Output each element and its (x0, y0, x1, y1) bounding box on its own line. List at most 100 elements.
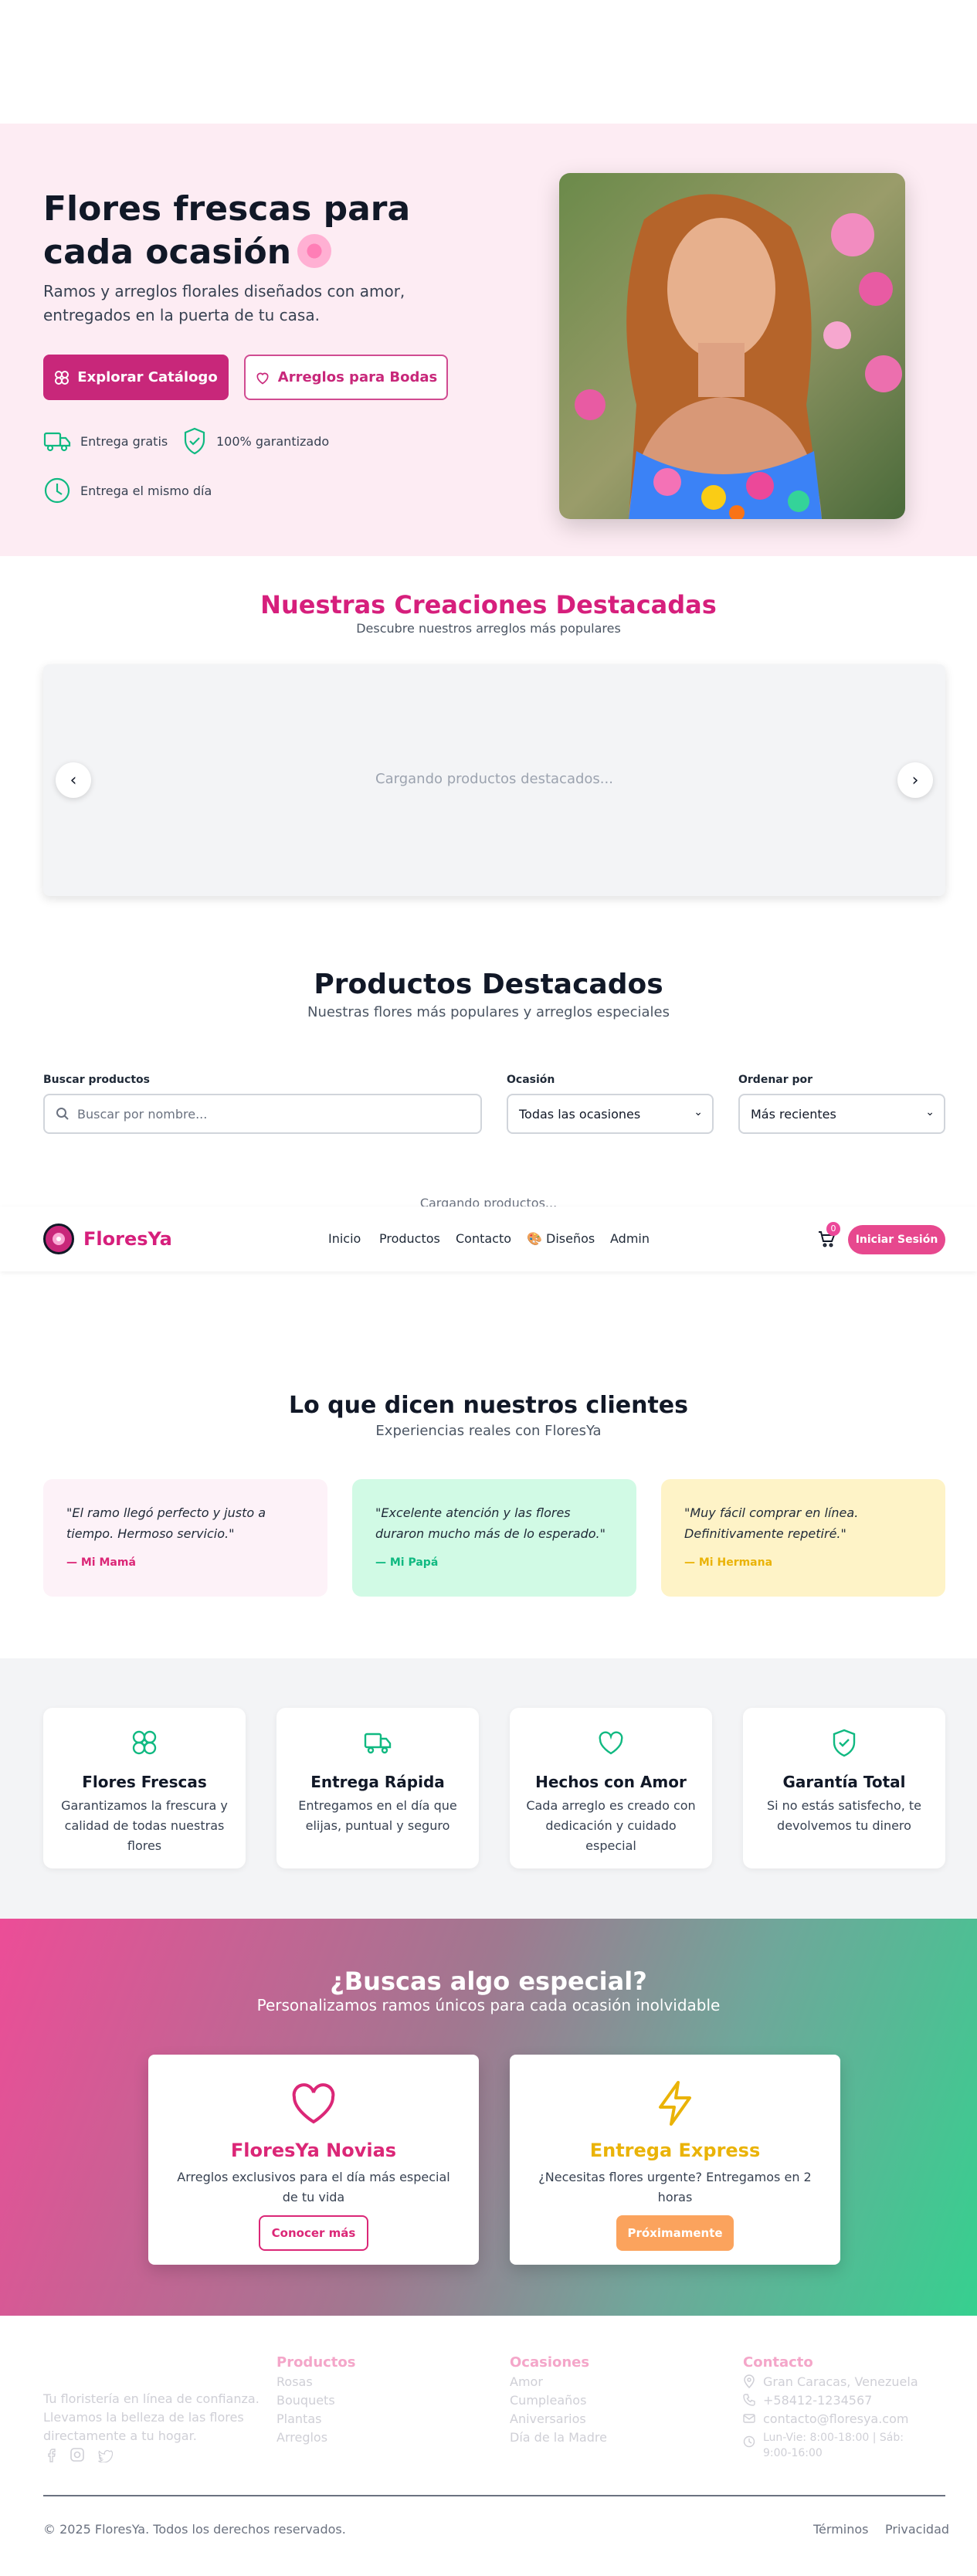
footer-link-dia-madre[interactable]: Día de la Madre (510, 2430, 607, 2445)
feature-card: Garantía Total Si no estás satisfecho, t… (743, 1708, 945, 1868)
nav-inicio[interactable]: Inicio (328, 1231, 361, 1246)
products-subtitle: Nuestras flores más populares y arreglos… (307, 1004, 670, 1020)
feature-card: Entrega Rápida Entregamos en el día que … (276, 1708, 479, 1868)
chevron-right-icon: › (911, 770, 919, 790)
feature-card: Hechos con Amor Cada arreglo es creado c… (510, 1708, 712, 1868)
sort-select[interactable]: Más recientes ⌄ (738, 1094, 945, 1134)
nav-disenos[interactable]: 🎨 Diseños (527, 1231, 595, 1246)
navbar: FloresYa Inicio Productos Contacto 🎨 Dis… (0, 1207, 977, 1271)
creations-subtitle: Descubre nuestros arreglos más populares (356, 621, 621, 636)
sort-label: Ordenar por (738, 1074, 813, 1086)
footer-description: Tu floristería en línea de confianza. Ll… (43, 2391, 260, 2443)
instagram-icon[interactable] (70, 2447, 85, 2462)
occasion-select[interactable]: Todas las ocasiones ⌄ (507, 1094, 714, 1134)
feature-desc: Entregamos en el día que elijas, puntual… (298, 1798, 457, 1833)
testimonials-title: Lo que dicen nuestros clientes (288, 1392, 689, 1419)
explore-catalog-button[interactable]: Explorar Catálogo (43, 355, 229, 400)
express-desc: ¿Necesitas flores urgente? Entregamos en… (538, 2170, 812, 2204)
footer-phone-text[interactable]: +58412-1234567 (763, 2393, 872, 2408)
testimonial-author: — Mi Mamá (66, 1556, 136, 1569)
footer-link-aniversarios[interactable]: Aniversarios (510, 2411, 586, 2426)
map-pin-icon (744, 2374, 755, 2388)
testimonial-card: "El ramo llegó perfecto y justo a tiempo… (43, 1479, 327, 1597)
hero-title: Flores frescas para cada ocasión (43, 189, 411, 272)
express-title: Entrega Express (589, 2140, 761, 2161)
nav-contacto[interactable]: Contacto (456, 1231, 511, 1246)
footer-email: contacto@floresya.com (743, 2411, 908, 2426)
testimonial-author: — Mi Hermana (684, 1556, 773, 1569)
footer-hours: Lun-Vie: 8:00-18:00 | Sáb: 9:00-16:00 (743, 2430, 928, 2461)
search-input[interactable]: Buscar por nombre... (43, 1094, 482, 1134)
brides-desc: Arreglos exclusivos para el día más espe… (177, 2170, 450, 2204)
feature-title: Flores Frescas (82, 1773, 207, 1791)
heart-icon (599, 1731, 623, 1755)
testimonial-author: — Mi Papá (375, 1556, 439, 1569)
shield-check-icon (833, 1729, 856, 1757)
feature-label: 100% garantizado (216, 433, 330, 449)
wedding-arrangements-button[interactable]: Arreglos para Bodas (244, 355, 448, 400)
coming-soon-button[interactable]: Próximamente (616, 2215, 734, 2251)
featured-carousel: ‹ Cargando productos destacados... › (43, 664, 945, 896)
footer-address-text: Gran Caracas, Venezuela (763, 2374, 918, 2389)
nav-productos[interactable]: Productos (379, 1231, 440, 1246)
footer-link-plantas[interactable]: Plantas (276, 2411, 321, 2426)
login-button[interactable]: Iniciar Sesión (848, 1225, 945, 1254)
hero-subtitle: Ramos y arreglos florales diseñados con … (43, 282, 405, 324)
footer-link-cumpleanos[interactable]: Cumpleaños (510, 2393, 586, 2408)
search-placeholder: Buscar por nombre... (77, 1106, 208, 1122)
feature-label: Entrega gratis (80, 433, 168, 449)
clock-icon (743, 2435, 755, 2448)
feature-label: Entrega el mismo día (80, 483, 212, 498)
hero-image (559, 173, 905, 519)
footer-link-amor[interactable]: Amor (510, 2374, 543, 2389)
footer-copyright: © 2025 FloresYa. Todos los derechos rese… (43, 2522, 346, 2537)
feature-same-day: Entrega el mismo día (43, 477, 212, 504)
brides-card: FloresYa Novias Arreglos exclusivos para… (148, 2055, 479, 2265)
chevron-down-icon: ⌄ (694, 1106, 703, 1118)
feature-desc: Cada arreglo es creado con dedicación y … (526, 1798, 696, 1853)
shield-check-icon (184, 427, 205, 455)
brand-name[interactable]: FloresYa (83, 1228, 172, 1250)
footer-link-arreglos[interactable]: Arreglos (276, 2430, 327, 2445)
heart-icon (256, 372, 269, 384)
footer-privacy-link[interactable]: Privacidad (885, 2522, 949, 2537)
learn-more-button[interactable]: Conocer más (259, 2215, 368, 2251)
footer-products-heading: Productos (276, 2354, 356, 2371)
logo-icon[interactable] (43, 1224, 74, 1254)
testimonial-card: "Excelente atención y las flores duraron… (352, 1479, 636, 1597)
mail-icon (743, 2414, 755, 2423)
products-loading-text: Cargando productos... (419, 1196, 558, 1207)
footer-terms-link[interactable]: Términos (813, 2522, 869, 2537)
feature-title: Entrega Rápida (310, 1773, 445, 1791)
testimonial-card: "Muy fácil comprar en línea. Definitivam… (661, 1479, 945, 1597)
footer-occasions-heading: Ocasiones (510, 2354, 590, 2371)
clock-icon (44, 477, 70, 504)
special-subtitle: Personalizamos ramos únicos para cada oc… (256, 1996, 721, 2014)
footer-divider (43, 2495, 945, 2496)
footer-email-text[interactable]: contacto@floresya.com (763, 2411, 908, 2426)
footer-contact-heading: Contacto (743, 2354, 813, 2371)
brides-title: FloresYa Novias (230, 2140, 397, 2161)
footer-phone: +58412-1234567 (743, 2393, 872, 2408)
facebook-icon[interactable] (43, 2447, 59, 2462)
testimonial-quote: "Excelente atención y las flores duraron… (375, 1505, 606, 1541)
footer-hours-text: Lun-Vie: 8:00-18:00 | Sáb: 9:00-16:00 (763, 2432, 904, 2459)
creations-title: Nuestras Creaciones Destacadas (260, 590, 717, 619)
carousel-next-button[interactable]: › (897, 762, 933, 798)
nav-admin[interactable]: Admin (610, 1231, 650, 1246)
cart-count-badge: 0 (826, 1222, 840, 1236)
footer-link-rosas[interactable]: Rosas (276, 2374, 313, 2389)
testimonials-subtitle: Experiencias reales con FloresYa (375, 1423, 602, 1439)
flower-icon (132, 1730, 157, 1755)
flower-icon (55, 370, 70, 385)
occasion-label: Ocasión (507, 1074, 555, 1086)
search-icon (56, 1108, 69, 1120)
footer-link-bouquets[interactable]: Bouquets (276, 2393, 335, 2408)
feature-title: Hechos con Amor (535, 1773, 687, 1791)
special-title: ¿Buscas algo especial? (330, 1967, 647, 1996)
testimonial-quote: "Muy fácil comprar en línea. Definitivam… (684, 1505, 859, 1541)
truck-icon (364, 1733, 392, 1754)
twitter-icon[interactable] (97, 2447, 113, 2462)
express-card: Entrega Express ¿Necesitas flores urgent… (510, 2055, 840, 2265)
truck-icon (43, 432, 71, 452)
